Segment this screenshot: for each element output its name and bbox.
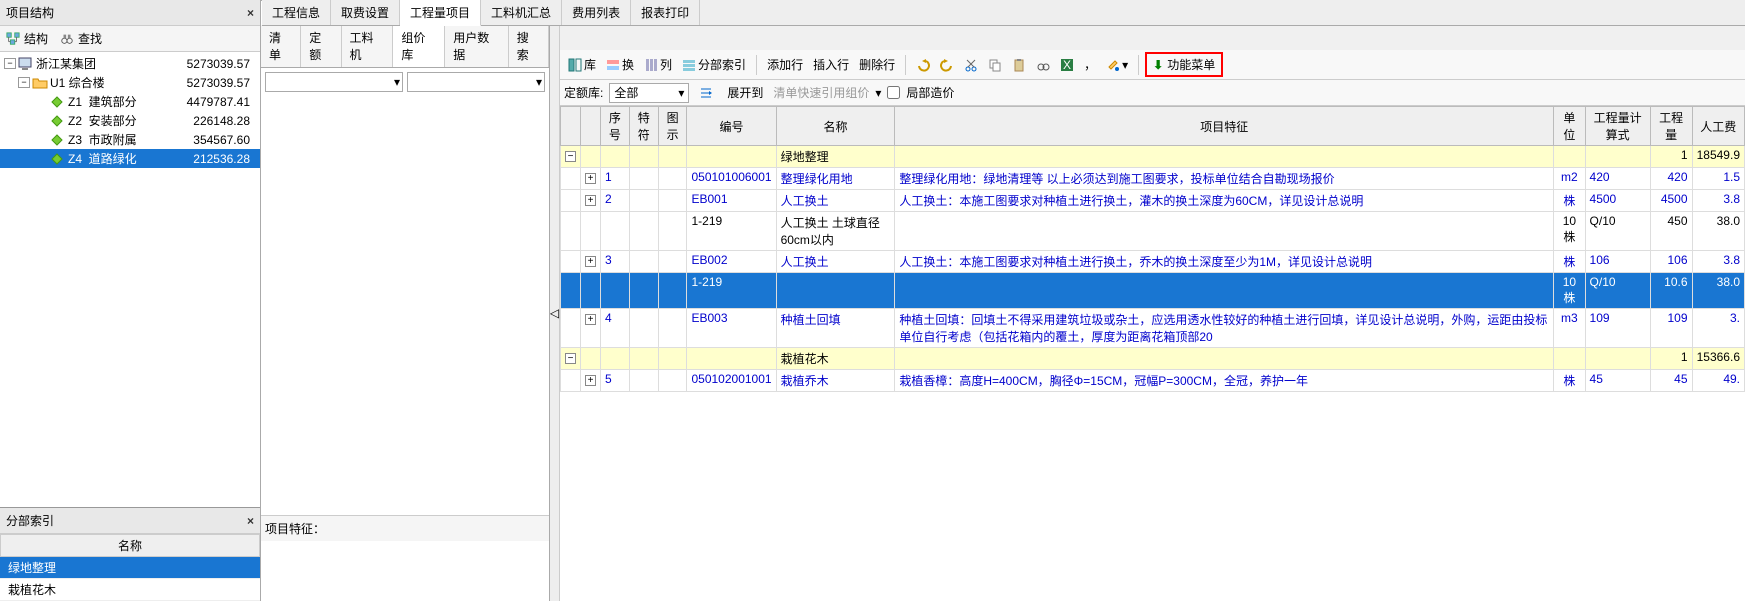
paste-icon[interactable] <box>1008 56 1030 74</box>
table-row[interactable]: +4EB003种植土回填种植土回填：回填土不得采用建筑垃圾或杂土，应选用透水性较… <box>561 309 1745 348</box>
lie-button[interactable]: 列 <box>640 54 676 75</box>
project-tree[interactable]: − 浙江某集团 5273039.57 − U1 综合楼 5273039.57 Z… <box>0 52 260 507</box>
folder-icon <box>32 76 48 90</box>
expander-icon[interactable]: − <box>4 58 16 69</box>
huan-button[interactable]: 换 <box>602 54 638 75</box>
combo-2[interactable]: ▾ <box>407 72 545 92</box>
down-arrow-icon: ⬇ <box>1153 58 1163 72</box>
lib-label: 定额库: <box>564 84 603 101</box>
table-row[interactable]: +5050102001001栽植乔木栽植香樟：高度H=400CM，胸径Φ=15C… <box>561 370 1745 392</box>
tree-node[interactable]: Z2 安装部分226148.28 <box>0 111 260 130</box>
comma-button[interactable]: ， <box>1080 54 1100 75</box>
quantity-grid[interactable]: 序号特符图示编号名称项目特征单位工程量计算式工程量人工费 −绿地整理118549… <box>560 106 1745 392</box>
table-row[interactable]: −栽植花木115366.6 <box>561 348 1745 370</box>
sub-tab[interactable]: 工料机 <box>342 25 394 67</box>
leaf-icon <box>50 114 66 128</box>
section-index-header: 分部索引 × <box>0 508 260 534</box>
sub-tab[interactable]: 搜索 <box>509 25 549 67</box>
function-menu-button[interactable]: ⬇ 功能菜单 <box>1145 52 1223 77</box>
quick-ref-label: 清单快速引用组价 <box>773 84 869 101</box>
expand-to-button[interactable]: 展开到 <box>723 82 767 103</box>
sub-tab[interactable]: 清单 <box>261 25 301 67</box>
delete-row-button[interactable]: 删除行 <box>855 54 899 75</box>
top-tab[interactable]: 取费设置 <box>331 0 400 25</box>
table-row[interactable]: +3EB002人工换土人工换土：本施工图要求对种植土进行换土，乔木的换土深度至少… <box>561 251 1745 273</box>
lib-combo[interactable]: 全部▾ <box>609 83 689 103</box>
structure-panel-header: 项目结构 × <box>0 0 260 26</box>
tab-find[interactable]: 查找 <box>60 30 102 47</box>
leaf-icon <box>50 133 66 147</box>
computer-icon <box>18 57 34 71</box>
combo-1[interactable]: ▾ <box>265 72 403 92</box>
section-index-item[interactable]: 绿地整理 <box>0 557 260 579</box>
column-header[interactable]: 人工费 <box>1692 107 1744 146</box>
column-header[interactable]: 特符 <box>629 107 658 146</box>
feature-label: 项目特征： <box>261 515 549 541</box>
expand-icon[interactable] <box>695 84 717 102</box>
table-row[interactable]: 1-219人工换土 土球直径60cm以内10株Q/1045038.0 <box>561 212 1745 251</box>
section-index-item[interactable]: 栽植花木 <box>0 579 260 601</box>
column-header[interactable]: 工程量 <box>1650 107 1692 146</box>
undo-icon[interactable] <box>912 56 934 74</box>
tree-icon <box>6 32 20 46</box>
sub-tab[interactable]: 定额 <box>301 25 341 67</box>
local-cost-label: 局部造价 <box>906 84 954 101</box>
local-cost-checkbox[interactable] <box>887 86 900 99</box>
column-header[interactable]: 编号 <box>687 107 776 146</box>
column-header[interactable]: 单位 <box>1554 107 1585 146</box>
ku-button[interactable]: 库 <box>564 54 600 75</box>
top-tab[interactable]: 工程量项目 <box>400 0 481 26</box>
top-tab[interactable]: 工程信息 <box>262 0 331 25</box>
main-toolbar: 库 换 列 分部索引 添加行 插入行 删除行 X ， ▾ ⬇ 功能菜单 <box>560 50 1745 80</box>
tree-node[interactable]: Z3 市政附属354567.60 <box>0 130 260 149</box>
sub-tab[interactable]: 用户数据 <box>445 25 509 67</box>
column-header[interactable]: 工程量计算式 <box>1585 107 1650 146</box>
table-row[interactable]: +1050101006001整理绿化用地整理绿化用地：绿地清理等 以上必须达到施… <box>561 168 1745 190</box>
tree-node[interactable]: Z4 道路绿化212536.28 <box>0 149 260 168</box>
table-row[interactable]: +2EB001人工换土人工换土：本施工图要求对种植土进行换土，灌木的换土深度为6… <box>561 190 1745 212</box>
insert-row-button[interactable]: 插入行 <box>809 54 853 75</box>
sub-tab[interactable]: 组价库 <box>393 25 445 67</box>
table-row[interactable]: −绿地整理118549.9 <box>561 146 1745 168</box>
tab-structure[interactable]: 结构 <box>6 30 48 47</box>
close-icon[interactable]: × <box>247 514 254 528</box>
svg-text:X: X <box>1063 58 1071 72</box>
cut-icon[interactable] <box>960 56 982 74</box>
leaf-icon <box>50 95 66 109</box>
close-icon[interactable]: × <box>247 6 254 20</box>
top-tab[interactable]: 报表打印 <box>631 0 700 25</box>
find-icon[interactable] <box>1032 56 1054 74</box>
tree-node[interactable]: Z1 建筑部分4479787.41 <box>0 92 260 111</box>
binoculars-icon <box>60 32 74 46</box>
excel-icon[interactable]: X <box>1056 56 1078 74</box>
expander-icon[interactable]: − <box>18 77 30 88</box>
leaf-icon <box>50 152 66 166</box>
column-header[interactable]: 图示 <box>658 107 687 146</box>
section-index-button[interactable]: 分部索引 <box>678 54 750 75</box>
top-tab[interactable]: 费用列表 <box>562 0 631 25</box>
top-tab[interactable]: 工料机汇总 <box>481 0 562 25</box>
add-row-button[interactable]: 添加行 <box>763 54 807 75</box>
table-row[interactable]: 1-21910株Q/1010.638.0 <box>561 273 1745 309</box>
column-header[interactable]: 项目特征 <box>895 107 1554 146</box>
collapse-handle[interactable]: ◁ <box>550 0 560 601</box>
column-header[interactable]: 名称 <box>776 107 895 146</box>
column-header[interactable]: 序号 <box>601 107 630 146</box>
column-header-name: 名称 <box>0 534 260 557</box>
paint-icon[interactable]: ▾ <box>1102 56 1132 74</box>
copy-icon[interactable] <box>984 56 1006 74</box>
structure-panel-title: 项目结构 <box>6 4 54 21</box>
redo-icon[interactable] <box>936 56 958 74</box>
